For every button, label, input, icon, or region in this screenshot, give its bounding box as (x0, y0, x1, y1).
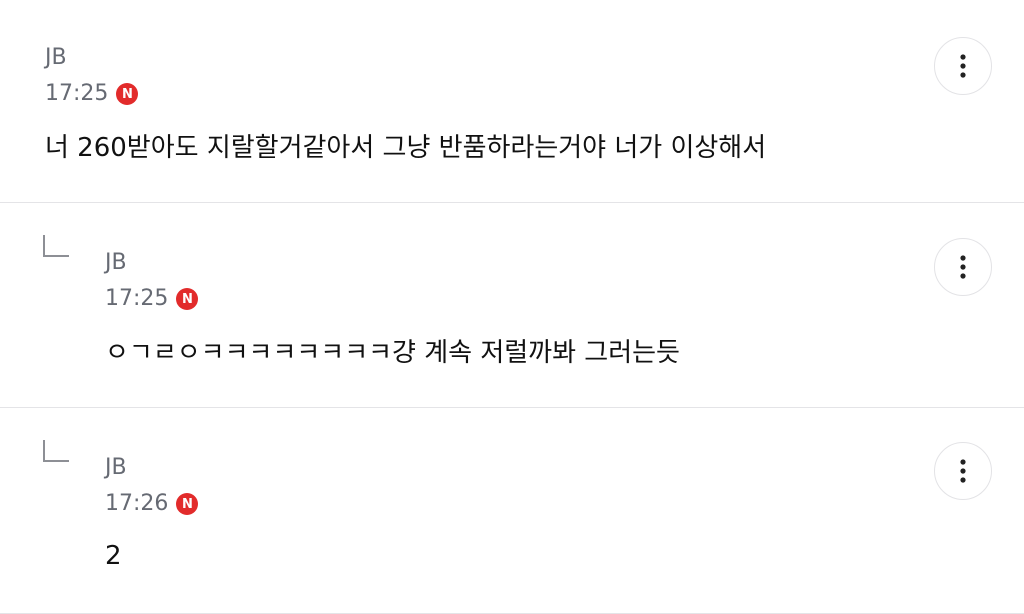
comment-author[interactable]: JB (105, 250, 127, 276)
new-badge: N (116, 83, 139, 105)
comment-meta: 17:25 N (45, 81, 139, 107)
comment-meta: 17:26 N (105, 491, 199, 517)
new-badge: N (176, 288, 199, 310)
new-badge: N (176, 493, 199, 515)
more-options-button[interactable] (934, 37, 992, 95)
more-options-button[interactable] (934, 238, 992, 296)
comment-author[interactable]: JB (45, 45, 67, 71)
comment-time: 17:25 (45, 81, 109, 106)
more-options-button[interactable] (934, 442, 992, 500)
comment-time: 17:26 (105, 491, 169, 516)
comment-time: 17:25 (105, 286, 169, 311)
more-vertical-icon (960, 255, 966, 279)
more-vertical-icon (960, 54, 966, 78)
comment-author[interactable]: JB (105, 455, 127, 481)
reply-comment-item: JB 17:26 N 2 (0, 408, 1024, 614)
comment-meta: 17:25 N (105, 286, 199, 312)
reply-arrow-icon (43, 440, 69, 462)
comment-text: 너 260받아도 지랄할거같아서 그냥 반품하라는거야 너가 이상해서 (45, 133, 767, 163)
comment-item: JB 17:25 N 너 260받아도 지랄할거같아서 그냥 반품하라는거야 너… (0, 0, 1024, 203)
comment-text: 2 (105, 541, 122, 571)
reply-comment-item: JB 17:25 N ㅇㄱㄹㅇㅋㅋㅋㅋㅋㅋㅋㅋ걍 계속 저럴까봐 그러는듯 (0, 203, 1024, 408)
reply-arrow-icon (43, 235, 69, 257)
comment-text: ㅇㄱㄹㅇㅋㅋㅋㅋㅋㅋㅋㅋ걍 계속 저럴까봐 그러는듯 (105, 338, 680, 368)
more-vertical-icon (960, 459, 966, 483)
